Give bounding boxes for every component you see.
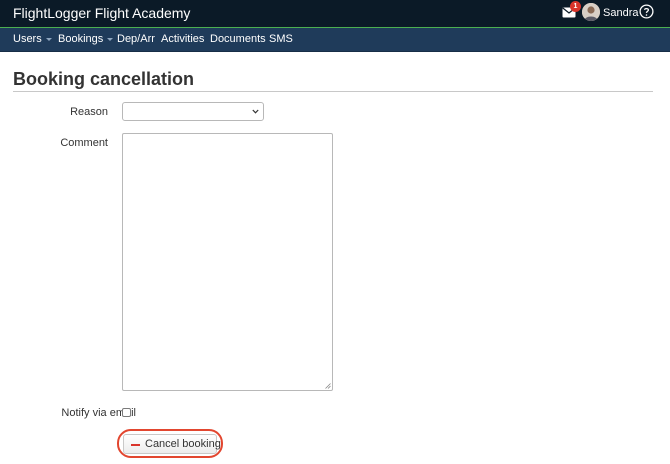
nav-item-label: Users: [13, 33, 42, 45]
nav-item-activities[interactable]: Activities: [161, 33, 204, 45]
avatar-image: [582, 3, 600, 21]
minus-icon: [131, 444, 140, 446]
nav-item-dep-arr[interactable]: Dep/Arr: [117, 33, 155, 45]
reason-select[interactable]: [122, 102, 264, 121]
cancel-booking-label: Cancel booking: [145, 438, 221, 450]
chevron-down-icon: [252, 109, 259, 114]
user-name[interactable]: Sandra: [603, 7, 638, 19]
caret-down-icon: [107, 37, 114, 41]
nav-item-label: SMS: [269, 33, 293, 45]
nav-item-label: Activities: [161, 33, 205, 45]
nav-item-documents[interactable]: Documents: [210, 33, 266, 45]
app-title[interactable]: FlightLogger Flight Academy: [13, 5, 190, 21]
nav-item-label: Bookings: [58, 33, 104, 45]
avatar[interactable]: [582, 3, 600, 21]
nav-item-users[interactable]: Users: [13, 33, 52, 45]
nav-item-label: Documents: [210, 33, 266, 45]
page-title: Booking cancellation: [13, 69, 195, 89]
comment-label: Comment: [60, 137, 108, 149]
reason-label: Reason: [70, 106, 108, 118]
comment-textarea[interactable]: [122, 133, 333, 391]
cancel-booking-button[interactable]: Cancel booking: [123, 434, 221, 454]
nav-item-bookings[interactable]: Bookings: [58, 33, 114, 45]
main-nav: Users Bookings Dep/Arr Activities Docume…: [0, 28, 670, 52]
caret-down-icon: [45, 37, 52, 41]
title-divider: [13, 91, 653, 92]
help-circle-icon[interactable]: [639, 4, 654, 19]
resize-grip-icon[interactable]: [325, 383, 331, 389]
nav-item-label: Dep/Arr: [117, 33, 155, 45]
notify-email-checkbox[interactable]: [122, 408, 131, 417]
notification-badge: 1: [570, 1, 581, 12]
nav-item-sms[interactable]: SMS: [269, 33, 293, 45]
